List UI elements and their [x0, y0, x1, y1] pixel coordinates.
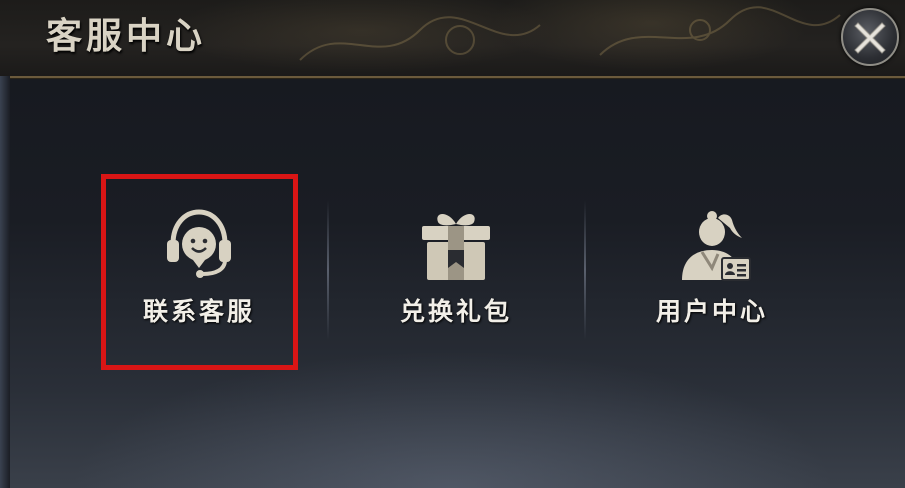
user-id-card-icon	[682, 211, 751, 281]
user-center-button[interactable]: 用户中心	[617, 178, 807, 368]
gift-box-icon	[422, 214, 490, 280]
contact-service-button[interactable]: 联系客服	[104, 178, 294, 368]
page-title: 客服中心	[46, 15, 207, 57]
customer-service-dialog: 客服中心 联系客服 兑换礼包 用户中心	[0, 0, 905, 488]
user-center-label: 用户中心	[655, 297, 768, 326]
divider	[327, 200, 329, 340]
divider	[584, 200, 586, 340]
close-button[interactable]	[841, 8, 899, 66]
redeem-gift-label: 兑换礼包	[399, 297, 512, 326]
redeem-gift-button[interactable]: 兑换礼包	[361, 178, 551, 368]
headset-icon	[167, 209, 231, 278]
dialog-header: 客服中心	[0, 0, 905, 78]
dialog-left-frame	[0, 76, 10, 488]
contact-service-label: 联系客服	[142, 297, 255, 326]
close-x-icon	[854, 22, 886, 54]
